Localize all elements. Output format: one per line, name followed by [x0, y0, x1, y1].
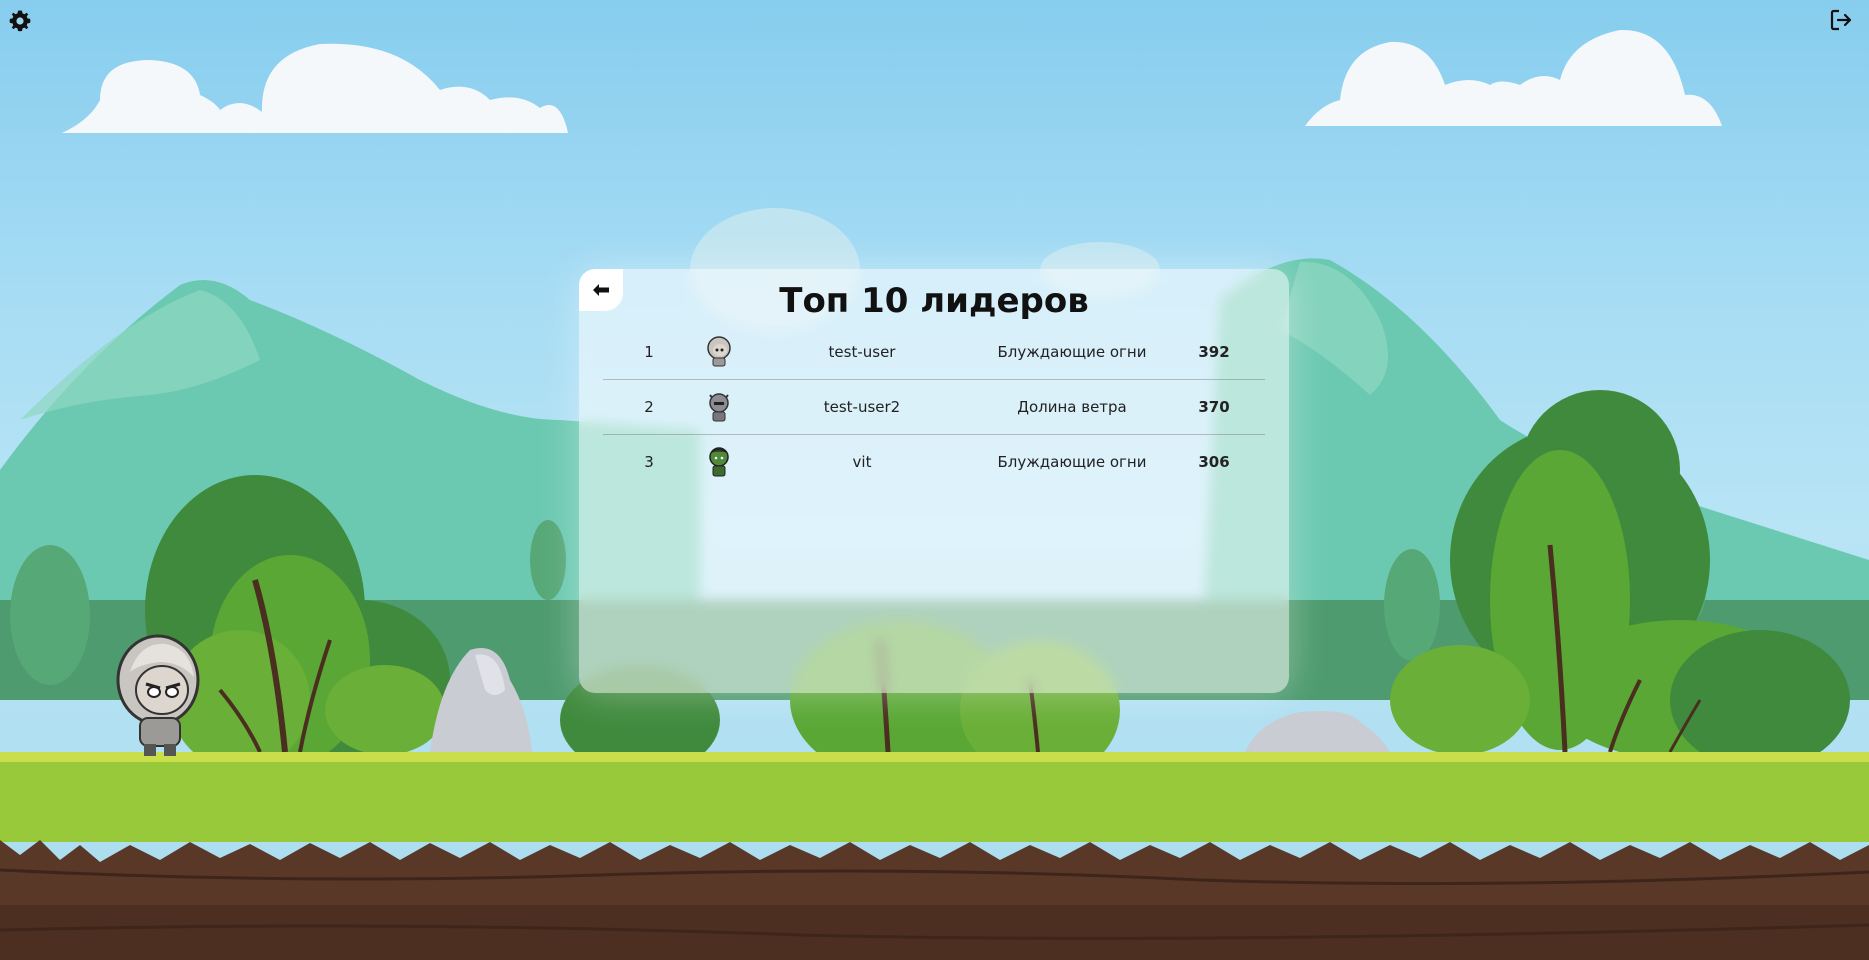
leaderboard-row: 1 test-user Блуждающие огни 392	[603, 325, 1265, 380]
horned-knight-avatar-icon	[709, 393, 729, 422]
white-haired-girl-avatar-icon	[707, 336, 731, 367]
gear-icon[interactable]	[8, 9, 32, 33]
username: vit	[852, 453, 872, 471]
level-name: Долина ветра	[1017, 398, 1127, 416]
level-name: Блуждающие огни	[997, 343, 1147, 361]
leaderboard-table: 1 test-user Блуждающие огни 392 2 test-u…	[603, 325, 1265, 489]
leaderboard-panel: Топ 10 лидеров 1 test-user Блуждающие ог…	[579, 269, 1289, 693]
rank: 2	[644, 398, 654, 416]
rank: 3	[644, 453, 654, 471]
username: test-user2	[823, 398, 901, 416]
rank: 1	[644, 343, 654, 361]
avatar	[695, 336, 743, 368]
score: 370	[1198, 398, 1230, 416]
avatar	[695, 391, 743, 423]
avatar	[695, 446, 743, 478]
leaderboard-row: 3 vit Блуждающие огни 306	[603, 435, 1265, 489]
player-character	[116, 634, 200, 756]
leaderboard-title: Топ 10 лидеров	[779, 281, 1089, 321]
level-name: Блуждающие огни	[997, 453, 1147, 471]
leaderboard-row: 2 test-user2 Долина ветра 370	[603, 380, 1265, 435]
score: 306	[1198, 453, 1230, 471]
green-orc-avatar-icon	[709, 447, 729, 477]
username: test-user	[828, 343, 896, 361]
logout-icon[interactable]	[1829, 8, 1853, 32]
game-scene: Топ 10 лидеров 1 test-user Блуждающие ог…	[0, 0, 1869, 960]
score: 392	[1198, 343, 1230, 361]
